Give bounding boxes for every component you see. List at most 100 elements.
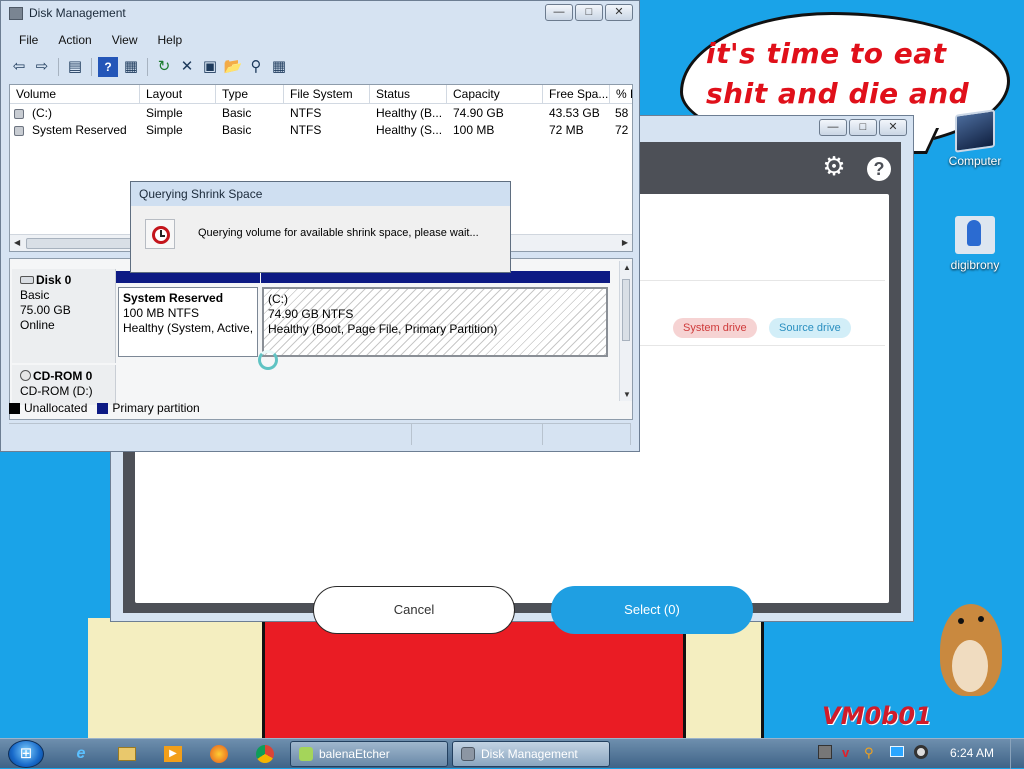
legend-swatch-primary [97, 402, 109, 414]
minimize-button[interactable]: — [545, 4, 573, 21]
partition-system-reserved[interactable]: System Reserved 100 MB NTFS Healthy (Sys… [118, 287, 258, 357]
media-player-icon[interactable]: ▶ [154, 742, 192, 766]
partition-status: Healthy (Boot, Page File, Primary Partit… [268, 322, 498, 336]
legend-unallocated: Unallocated [24, 401, 88, 415]
disk-kind: Basic [20, 288, 50, 302]
gear-icon[interactable]: ⚙ [821, 153, 847, 179]
delete-icon[interactable]: ✕ [177, 57, 197, 77]
firefox-icon[interactable] [200, 742, 238, 766]
menu-bar: File Action View Help [9, 31, 192, 49]
file-explorer-icon[interactable] [108, 742, 146, 766]
minimize-button[interactable]: — [819, 119, 847, 136]
balenaetcher-icon [299, 747, 313, 761]
scrollbar-thumb[interactable] [622, 279, 630, 341]
taskbar-item-disk-management[interactable]: Disk Management [452, 741, 610, 767]
cell-layout: Simple [146, 106, 183, 120]
chrome-icon[interactable] [246, 742, 284, 766]
menu-help[interactable]: Help [148, 31, 193, 49]
partition-size: 100 MB NTFS [123, 306, 200, 320]
taskbar-item-label: Disk Management [481, 747, 578, 761]
wallpaper-cartoon-left [88, 618, 262, 738]
column-header-free-space[interactable]: Free Spa... [543, 85, 610, 104]
rescan-disks-icon[interactable]: ▦ [269, 57, 289, 77]
desktop-icon-digibrony[interactable]: digibrony [940, 216, 1010, 272]
properties-icon[interactable]: ▦ [121, 57, 141, 77]
taskbar: e ▶ balenaEtcher Disk Management v ⚲ 6:2… [0, 738, 1024, 769]
disk-graphical-view: Disk 0 Basic 75.00 GB Online System Rese… [9, 258, 633, 420]
toolbar: ⇦ ⇨ ▤ ? ▦ ↻ ✕ ▣ 📂 ⚲ ▦ [9, 55, 631, 79]
column-header-volume[interactable]: Volume [10, 85, 140, 104]
disk-management-icon [461, 747, 475, 761]
cdrom-name: CD-ROM 0 [20, 369, 107, 384]
menu-file[interactable]: File [9, 31, 48, 49]
refresh-icon[interactable]: ↻ [154, 57, 174, 77]
dialog-message: Querying volume for available shrink spa… [198, 227, 479, 239]
column-header-status[interactable]: Status [370, 85, 447, 104]
cdrom-0-label[interactable]: CD-ROM 0 CD-ROM (D:) [12, 365, 116, 405]
disk-management-titlebar[interactable]: Disk Management — □ ✕ [1, 1, 639, 27]
toolbar-separator [91, 58, 92, 76]
drive-list-row[interactable] [635, 280, 885, 346]
maximize-button[interactable]: □ [849, 119, 877, 136]
cell-volume: System Reserved [32, 123, 127, 137]
querying-shrink-space-dialog: Querying Shrink Space Querying volume fo… [130, 181, 511, 273]
maximize-button[interactable]: □ [575, 4, 603, 21]
cancel-button[interactable]: Cancel [313, 586, 515, 634]
start-button[interactable] [8, 740, 44, 768]
scroll-up-icon[interactable]: ▲ [623, 263, 631, 272]
desktop-icon-computer[interactable]: Computer [940, 109, 1010, 168]
partition-c[interactable]: (C:) 74.90 GB NTFS Healthy (Boot, Page F… [262, 287, 608, 357]
scroll-down-icon[interactable]: ▼ [623, 390, 631, 399]
scroll-left-icon[interactable]: ◀ [14, 238, 20, 247]
window-title: Disk Management [29, 6, 126, 20]
taskbar-clock[interactable]: 6:24 AM [950, 746, 994, 760]
taskbar-item-balenaetcher[interactable]: balenaEtcher [290, 741, 448, 767]
tray-volume-icon[interactable] [914, 745, 928, 762]
column-header-layout[interactable]: Layout [140, 85, 216, 104]
scroll-right-icon[interactable]: ▶ [622, 238, 628, 247]
desktop-icon-label: digibrony [950, 258, 1000, 272]
computer-icon [955, 109, 995, 153]
partition-size: 74.90 GB NTFS [268, 307, 354, 321]
volume-drive-icon [14, 126, 24, 136]
search-icon[interactable]: ⚲ [246, 57, 266, 77]
tray-display-icon[interactable] [890, 745, 904, 760]
legend: Unallocated Primary partition [9, 401, 200, 415]
show-hide-console-tree-icon[interactable]: ▤ [65, 57, 85, 77]
internet-explorer-icon[interactable]: e [62, 742, 100, 766]
etcher-caption-buttons: — □ ✕ [819, 119, 907, 136]
disk-name: Disk 0 [20, 273, 107, 288]
column-header-capacity[interactable]: Capacity [447, 85, 543, 104]
select-button[interactable]: Select (0) [551, 586, 753, 634]
show-desktop-button[interactable] [1010, 739, 1024, 769]
help-icon[interactable]: ? [866, 153, 892, 181]
open-folder-icon[interactable]: 📂 [223, 57, 243, 77]
help-icon[interactable]: ? [98, 57, 118, 77]
column-header-type[interactable]: Type [216, 85, 284, 104]
menu-action[interactable]: Action [48, 31, 101, 49]
tray-antivirus-icon[interactable]: v [842, 745, 849, 760]
cell-type: Basic [222, 123, 252, 137]
tray-app-icon[interactable] [818, 745, 832, 762]
column-header-percent-free[interactable]: % F [610, 85, 632, 104]
new-icon[interactable]: ▣ [200, 57, 220, 77]
status-pane [9, 424, 412, 445]
forward-arrow-icon[interactable]: ⇨ [32, 57, 52, 77]
cell-status: Healthy (B... [376, 106, 443, 120]
disk-size: 75.00 GB [20, 303, 71, 317]
vertical-scrollbar[interactable]: ▲ ▼ [619, 261, 632, 401]
column-header-file-system[interactable]: File System [284, 85, 370, 104]
toolbar-separator [147, 58, 148, 76]
dialog-title[interactable]: Querying Shrink Space [131, 182, 510, 206]
back-arrow-icon[interactable]: ⇦ [9, 57, 29, 77]
tray-search-icon[interactable]: ⚲ [864, 745, 874, 761]
close-button[interactable]: ✕ [605, 4, 633, 21]
disk-0-label[interactable]: Disk 0 Basic 75.00 GB Online [12, 269, 116, 363]
disk-0-name: Disk 0 [36, 273, 72, 287]
hamster-eye [978, 616, 984, 622]
menu-view[interactable]: View [102, 31, 148, 49]
wallpaper-cartoon-shirt [262, 618, 686, 738]
status-pane [412, 424, 544, 445]
close-button[interactable]: ✕ [879, 119, 907, 136]
source-drive-badge: Source drive [769, 318, 851, 338]
